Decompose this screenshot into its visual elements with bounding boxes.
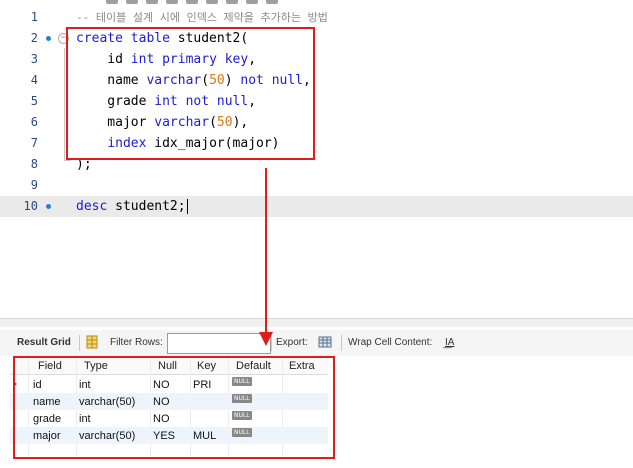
sql-comment: -- 테이블 설계 시에 인덱스 제약을 추가하는 방법	[76, 11, 328, 24]
code-line-1: 1 -- 테이블 설계 시에 인덱스 제약을 추가하는 방법	[0, 7, 633, 28]
statement-marker-icon[interactable]	[46, 36, 51, 41]
wrap-cell-toggle-icon[interactable]: I͟A	[445, 337, 454, 348]
panel-splitter[interactable]	[0, 318, 633, 327]
grid-view-icon[interactable]	[85, 335, 99, 349]
line-number: 10	[23, 199, 38, 213]
filter-rows-label: Filter Rows:	[110, 337, 163, 348]
editor-toolbar-strip	[0, 0, 633, 6]
sql-editor[interactable]: 1 -- 테이블 설계 시에 인덱스 제약을 추가하는 방법 2 − creat…	[0, 0, 633, 318]
statement-marker-icon[interactable]	[46, 204, 51, 209]
annotation-box-create-table	[66, 27, 315, 160]
code-line-9: 9	[0, 175, 633, 196]
line-number: 5	[30, 94, 38, 108]
text-caret	[186, 199, 188, 214]
code-line-10-current: 10 desc student2;	[0, 196, 633, 217]
toolbar-separator	[79, 335, 80, 351]
line-number: 9	[30, 178, 38, 192]
annotation-arrow-head-icon	[259, 332, 273, 346]
toolbar-separator	[341, 335, 342, 351]
line-number: 8	[30, 157, 38, 171]
line-number: 7	[30, 136, 38, 150]
line-number: 4	[30, 73, 38, 87]
annotation-box-result	[13, 356, 335, 459]
line-number: 3	[30, 52, 38, 66]
line-number: 6	[30, 115, 38, 129]
filter-rows-input[interactable]	[167, 333, 271, 354]
result-toolbar: Result Grid Filter Rows: Export: Wrap Ce…	[0, 330, 633, 356]
export-label: Export:	[276, 337, 308, 348]
result-grid-tab[interactable]: Result Grid	[17, 337, 71, 348]
sql-code: desc student2;	[76, 199, 188, 214]
line-number: 2	[30, 31, 38, 45]
annotation-arrow	[265, 168, 267, 334]
line-number: 1	[30, 10, 38, 24]
wrap-cell-label: Wrap Cell Content:	[348, 337, 433, 348]
export-icon[interactable]	[318, 335, 332, 349]
